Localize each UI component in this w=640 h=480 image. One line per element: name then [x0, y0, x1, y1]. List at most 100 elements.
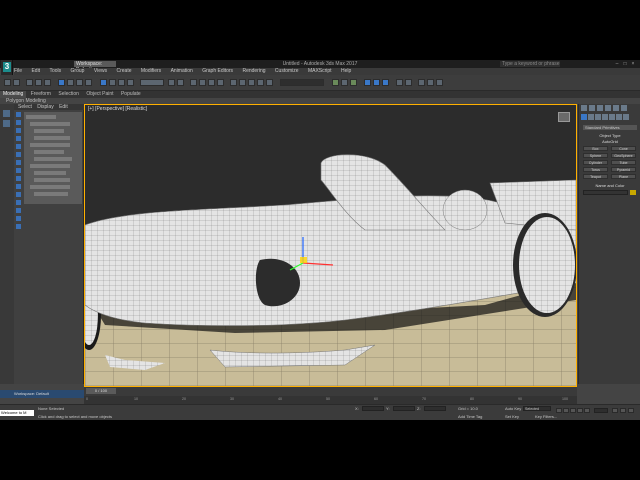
schematic-view-icon[interactable] — [341, 79, 348, 86]
auto-key-button[interactable]: Auto Key — [505, 406, 521, 411]
add-time-tag[interactable]: Add Time Tag — [458, 414, 482, 419]
cylinder-button[interactable]: Cylinder — [583, 160, 608, 165]
link-icon[interactable] — [26, 79, 33, 86]
tree-row[interactable] — [30, 164, 70, 168]
helpers-icon[interactable] — [609, 114, 615, 120]
tree-row[interactable] — [34, 171, 66, 175]
plane-button[interactable]: Plane — [611, 174, 636, 179]
display-tab-icon[interactable] — [613, 105, 619, 111]
tree-row[interactable] — [34, 136, 70, 140]
menu-group[interactable]: Group — [71, 68, 85, 75]
track-bar[interactable]: 0 10 20 30 40 50 60 70 80 90 100 — [84, 396, 577, 404]
primitive-type-dropdown[interactable]: Standard Primitives — [583, 125, 637, 130]
spacewarps-icon[interactable] — [616, 114, 622, 120]
toggle-ribbon-icon[interactable] — [266, 79, 273, 86]
snaps-toggle-icon[interactable] — [190, 79, 197, 86]
named-selection-sets-field[interactable] — [280, 79, 324, 86]
tree-row[interactable] — [34, 178, 70, 182]
filter-hidden-icon[interactable] — [16, 200, 21, 205]
grid-icon[interactable] — [436, 79, 443, 86]
go-to-start-icon[interactable] — [556, 408, 562, 413]
object-type-header[interactable]: Object Type — [583, 133, 637, 138]
select-rotate-icon[interactable] — [109, 79, 116, 86]
geosphere-button[interactable]: GeoSphere — [611, 153, 636, 158]
explorer-tab-display[interactable]: Display — [37, 104, 53, 110]
filter-helpers-icon[interactable] — [16, 144, 21, 149]
tab-modeling[interactable]: Modeling — [0, 91, 27, 98]
box-button[interactable]: Box — [583, 146, 608, 151]
material-editor-icon[interactable] — [350, 79, 357, 86]
time-slider-thumb[interactable]: 0 / 100 — [86, 388, 116, 394]
tab-selection[interactable]: Selection — [55, 91, 82, 98]
a360-gallery-icon[interactable] — [405, 79, 412, 86]
select-scale-icon[interactable] — [118, 79, 125, 86]
display-tool-icon[interactable] — [3, 120, 10, 127]
window-crossing-icon[interactable] — [85, 79, 92, 86]
perspective-viewport[interactable]: [+] [Perspective] [Realistic] — [84, 104, 577, 387]
y-coordinate-field[interactable] — [393, 406, 415, 411]
maximize-button[interactable]: □ — [622, 61, 628, 67]
tree-row[interactable] — [30, 185, 70, 189]
pyramid-button[interactable]: Pyramid — [611, 167, 636, 172]
sphere-button[interactable]: Sphere — [583, 153, 608, 158]
tree-row[interactable] — [34, 150, 64, 154]
set-key-button[interactable]: Set Key — [505, 414, 519, 419]
select-by-name-icon[interactable] — [67, 79, 74, 86]
orbit-icon[interactable] — [628, 408, 634, 413]
tree-row[interactable] — [34, 157, 72, 161]
percent-snap-icon[interactable] — [208, 79, 215, 86]
select-tool-icon[interactable] — [3, 110, 10, 117]
render-setup-icon[interactable] — [364, 79, 371, 86]
rendered-frame-window-icon[interactable] — [373, 79, 380, 86]
hierarchy-tab-icon[interactable] — [597, 105, 603, 111]
maxscript-listener[interactable]: Welcome to M — [0, 410, 34, 416]
menu-tools[interactable]: Tools — [49, 68, 61, 75]
select-object-icon[interactable] — [58, 79, 65, 86]
menu-views[interactable]: Views — [94, 68, 107, 75]
filter-shapes-icon[interactable] — [16, 120, 21, 125]
tab-object-paint[interactable]: Object Paint — [83, 91, 116, 98]
tree-row[interactable] — [30, 143, 70, 147]
filter-groups-icon[interactable] — [16, 160, 21, 165]
minimize-button[interactable]: – — [614, 61, 620, 67]
filter-all-icon[interactable] — [16, 208, 21, 213]
filter-frozen-icon[interactable] — [16, 192, 21, 197]
render-production-icon[interactable] — [382, 79, 389, 86]
cone-button[interactable]: Cone — [611, 146, 636, 151]
angle-snap-icon[interactable] — [199, 79, 206, 86]
systems-icon[interactable] — [623, 114, 629, 120]
manipulate-icon[interactable] — [177, 79, 184, 86]
tree-row[interactable] — [26, 115, 56, 119]
previous-frame-icon[interactable] — [563, 408, 569, 413]
spinner-snap-icon[interactable] — [217, 79, 224, 86]
tree-row[interactable] — [34, 192, 68, 196]
cameras-icon[interactable] — [602, 114, 608, 120]
shapes-icon[interactable] — [588, 114, 594, 120]
filter-cameras-icon[interactable] — [16, 136, 21, 141]
object-color-swatch[interactable] — [630, 190, 636, 195]
filter-none-icon[interactable] — [16, 216, 21, 221]
region-select-icon[interactable] — [76, 79, 83, 86]
menu-modifiers[interactable]: Modifiers — [141, 68, 161, 75]
create-tab-icon[interactable] — [581, 105, 587, 111]
undo-icon[interactable] — [4, 79, 11, 86]
filter-spacewarps-icon[interactable] — [16, 152, 21, 157]
z-coordinate-field[interactable] — [424, 406, 446, 411]
lights-icon[interactable] — [595, 114, 601, 120]
utilities-tab-icon[interactable] — [621, 105, 627, 111]
viewcube[interactable] — [558, 112, 570, 122]
tube-button[interactable]: Tube — [611, 160, 636, 165]
filter-containers-icon[interactable] — [16, 184, 21, 189]
x-coordinate-field[interactable] — [362, 406, 384, 411]
asset-library-icon[interactable] — [418, 79, 425, 86]
redo-icon[interactable] — [13, 79, 20, 86]
explorer-tab-edit[interactable]: Edit — [59, 104, 68, 110]
name-color-header[interactable]: Name and Color — [583, 183, 637, 188]
reference-coordinate-dropdown[interactable] — [140, 79, 164, 86]
filter-invert-icon[interactable] — [16, 224, 21, 229]
object-name-field[interactable] — [583, 190, 628, 195]
filter-xrefs-icon[interactable] — [16, 168, 21, 173]
workspace-footer[interactable]: Workspace: Default — [0, 390, 84, 398]
autogrid-checkbox[interactable]: AutoGrid — [583, 139, 637, 144]
app-logo[interactable]: 3 — [1, 60, 13, 75]
